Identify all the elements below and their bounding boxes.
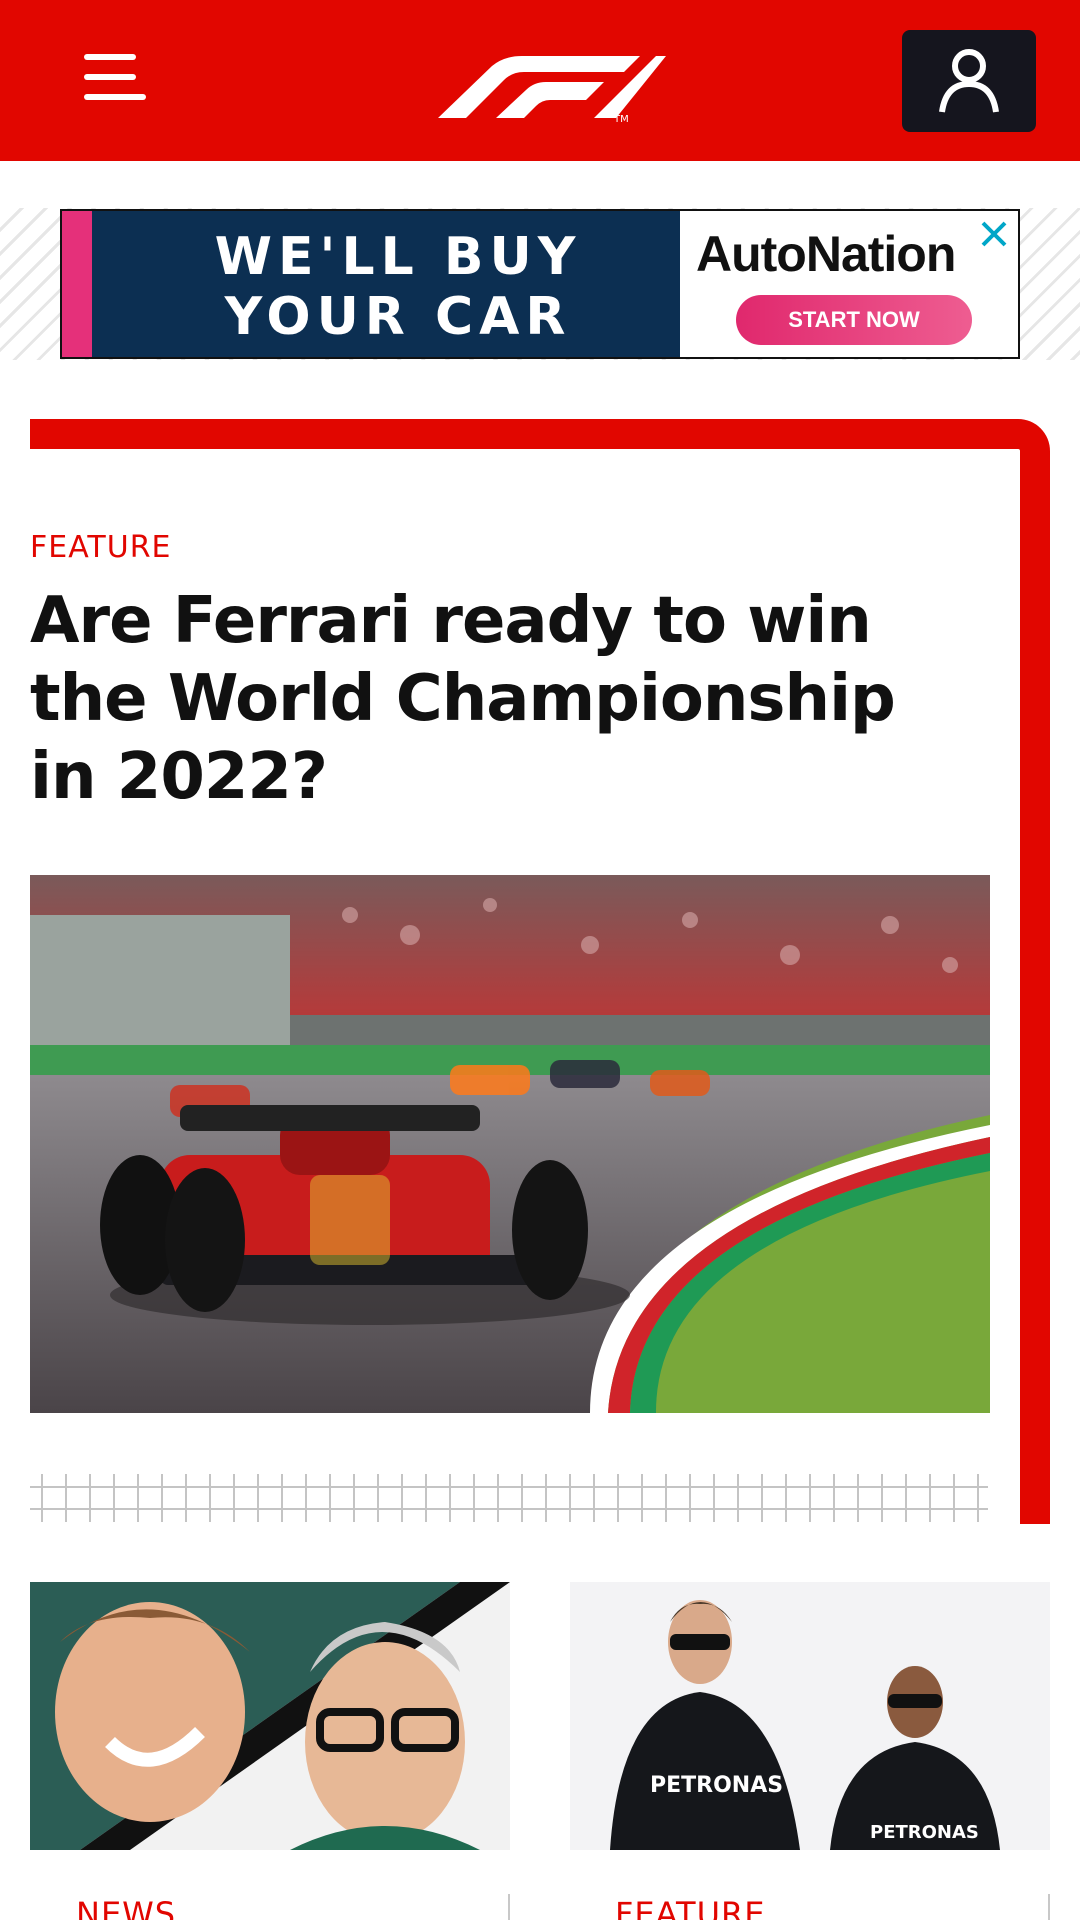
feature-category-tag-2: FEATURE	[615, 1895, 766, 1920]
ferrari-car-on-track-photo[interactable]	[30, 875, 990, 1413]
feature-headline-line1: Are Ferrari ready to win	[30, 584, 872, 658]
feature-headline-line3: in 2022?	[30, 740, 328, 814]
feature-headline[interactable]: Are Ferrari ready to win the World Champ…	[30, 582, 1010, 816]
ad-headline-line2: YOUR CAR	[224, 287, 572, 347]
feature-headline-line2: the World Championship	[30, 662, 896, 736]
account-button[interactable]	[902, 30, 1036, 132]
hamburger-menu-icon[interactable]	[80, 52, 146, 104]
news-category-tag: NEWS	[76, 1895, 177, 1920]
mercedes-drivers-photo[interactable]: PETRONAS PETRONAS	[570, 1582, 1050, 1850]
ad-headline-line1: WE'LL BUY	[214, 227, 582, 287]
ad-left-panel: WE'LL BUY YOUR CAR	[62, 211, 680, 357]
f1-logo[interactable]: TM	[418, 52, 668, 125]
card-divider	[1048, 1894, 1050, 1920]
ad-accent-bar	[62, 211, 92, 357]
ad-headline: WE'LL BUY YOUR CAR	[138, 227, 658, 347]
ad-close-button[interactable]	[972, 212, 1016, 256]
decorative-grid-pattern	[30, 1474, 988, 1522]
card-divider	[508, 1894, 510, 1920]
vettel-and-team-principal-photo[interactable]	[30, 1582, 510, 1850]
advertisement-banner[interactable]: WE'LL BUY YOUR CAR AutoNation START NOW	[60, 209, 1020, 359]
close-icon	[981, 221, 1007, 247]
top-navigation-bar: TM	[0, 0, 1080, 161]
feature-category-tag: FEATURE	[30, 530, 172, 565]
svg-text:PETRONAS: PETRONAS	[870, 1822, 979, 1843]
ad-brand-name: AutoNation	[696, 226, 956, 282]
user-account-icon	[939, 49, 999, 113]
svg-text:TM: TM	[613, 114, 629, 124]
svg-text:PETRONAS: PETRONAS	[650, 1773, 783, 1798]
ad-start-now-button[interactable]: START NOW	[736, 295, 972, 345]
